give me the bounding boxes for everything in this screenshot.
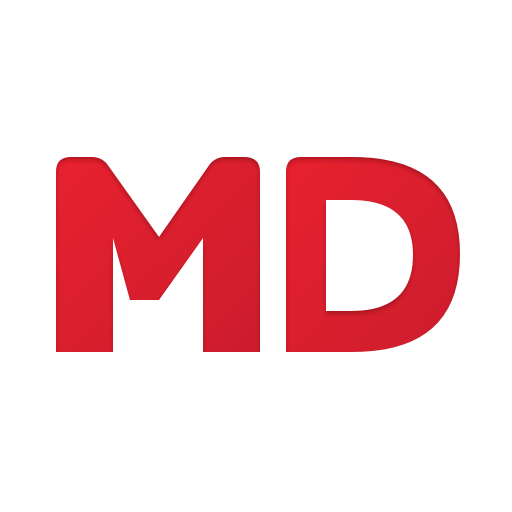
app-icon-canvas: MD xyxy=(0,0,512,512)
logo-letter-d xyxy=(286,157,460,352)
md-logo: MD xyxy=(56,157,460,352)
logo-letter-m xyxy=(56,157,260,352)
